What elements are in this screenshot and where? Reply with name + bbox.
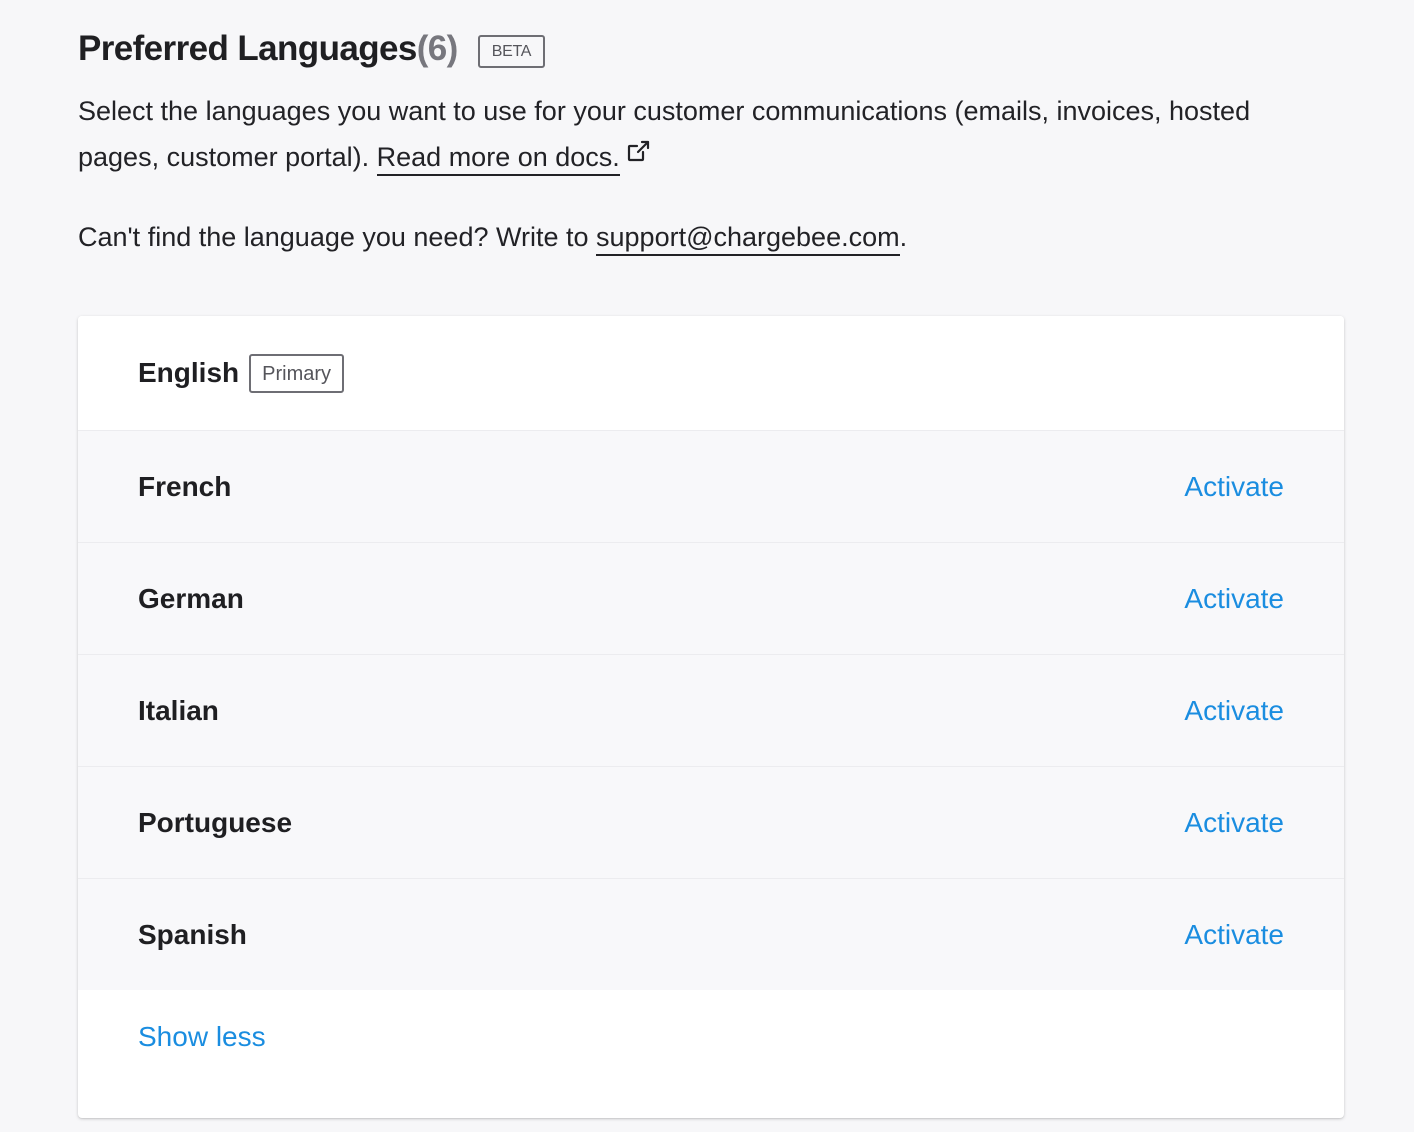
- page-title: Preferred Languages: [78, 29, 417, 68]
- language-name: English: [138, 357, 240, 388]
- support-text: Can't find the language you need? Write …: [78, 222, 597, 252]
- language-name: Portuguese: [138, 806, 293, 838]
- language-name: German: [138, 582, 244, 614]
- support-email-link[interactable]: support@chargebee.com: [596, 222, 900, 256]
- activate-portuguese-button[interactable]: Activate: [1184, 807, 1284, 839]
- support-note: Can't find the language you need? Write …: [78, 216, 907, 258]
- language-count: (6): [416, 29, 459, 68]
- read-docs-link[interactable]: Read more on docs.: [376, 142, 620, 176]
- activate-german-button[interactable]: Activate: [1184, 583, 1284, 615]
- page-description: Select the languages you want to use for…: [78, 90, 1318, 178]
- preferred-languages-page: Preferred Languages (6) BETA Select the …: [0, 0, 1414, 1132]
- language-row-primary: English Primary: [78, 316, 1344, 431]
- activate-italian-button[interactable]: Activate: [1184, 695, 1284, 727]
- language-name: Spanish: [138, 918, 247, 950]
- language-row-german: German Activate: [78, 543, 1344, 655]
- activate-spanish-button[interactable]: Activate: [1184, 919, 1284, 951]
- beta-badge: BETA: [477, 34, 546, 68]
- show-less-link[interactable]: Show less: [138, 1021, 266, 1053]
- page-heading: Preferred Languages (6) BETA: [78, 26, 546, 72]
- language-row-french: French Activate: [78, 431, 1344, 543]
- activate-french-button[interactable]: Activate: [1184, 471, 1284, 503]
- language-name: French: [138, 470, 232, 502]
- language-row-spanish: Spanish Activate: [78, 879, 1344, 990]
- description-text: Select the languages you want to use for…: [78, 96, 1251, 172]
- support-suffix: .: [899, 222, 908, 252]
- primary-badge: Primary: [249, 353, 345, 393]
- languages-card: English Primary French Activate German A…: [78, 316, 1344, 1118]
- language-name: Italian: [138, 694, 219, 726]
- external-link-icon[interactable]: [626, 132, 650, 174]
- language-row-portuguese: Portuguese Activate: [78, 767, 1344, 879]
- language-row-italian: Italian Activate: [78, 655, 1344, 767]
